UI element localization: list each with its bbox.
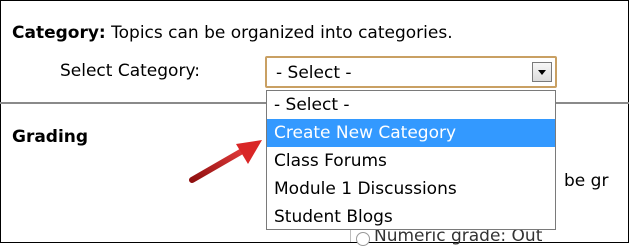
chevron-down-icon[interactable]	[532, 62, 552, 82]
category-select-value: - Select -	[276, 63, 352, 83]
option-module-1-discussions[interactable]: Module 1 Discussions	[267, 175, 555, 203]
red-arrow-icon	[189, 140, 262, 183]
category-description: Topics can be organized into categories.	[111, 23, 453, 43]
grading-partial-text: be gr	[564, 171, 609, 191]
option-create-new-category[interactable]: Create New Category	[267, 119, 555, 147]
option-student-blogs[interactable]: Student Blogs	[267, 203, 555, 231]
grading-heading: Grading	[12, 127, 89, 147]
numeric-grade-radio[interactable]	[356, 232, 370, 246]
category-intro: Category: Topics can be organized into c…	[12, 22, 453, 44]
option-class-forums[interactable]: Class Forums	[267, 147, 555, 175]
category-select[interactable]: - Select -	[265, 56, 557, 88]
option-select[interactable]: - Select -	[267, 91, 555, 119]
select-category-label: Select Category:	[60, 61, 200, 81]
category-label: Category:	[12, 23, 106, 43]
category-dropdown-list[interactable]: - Select - Create New Category Class For…	[266, 90, 556, 230]
